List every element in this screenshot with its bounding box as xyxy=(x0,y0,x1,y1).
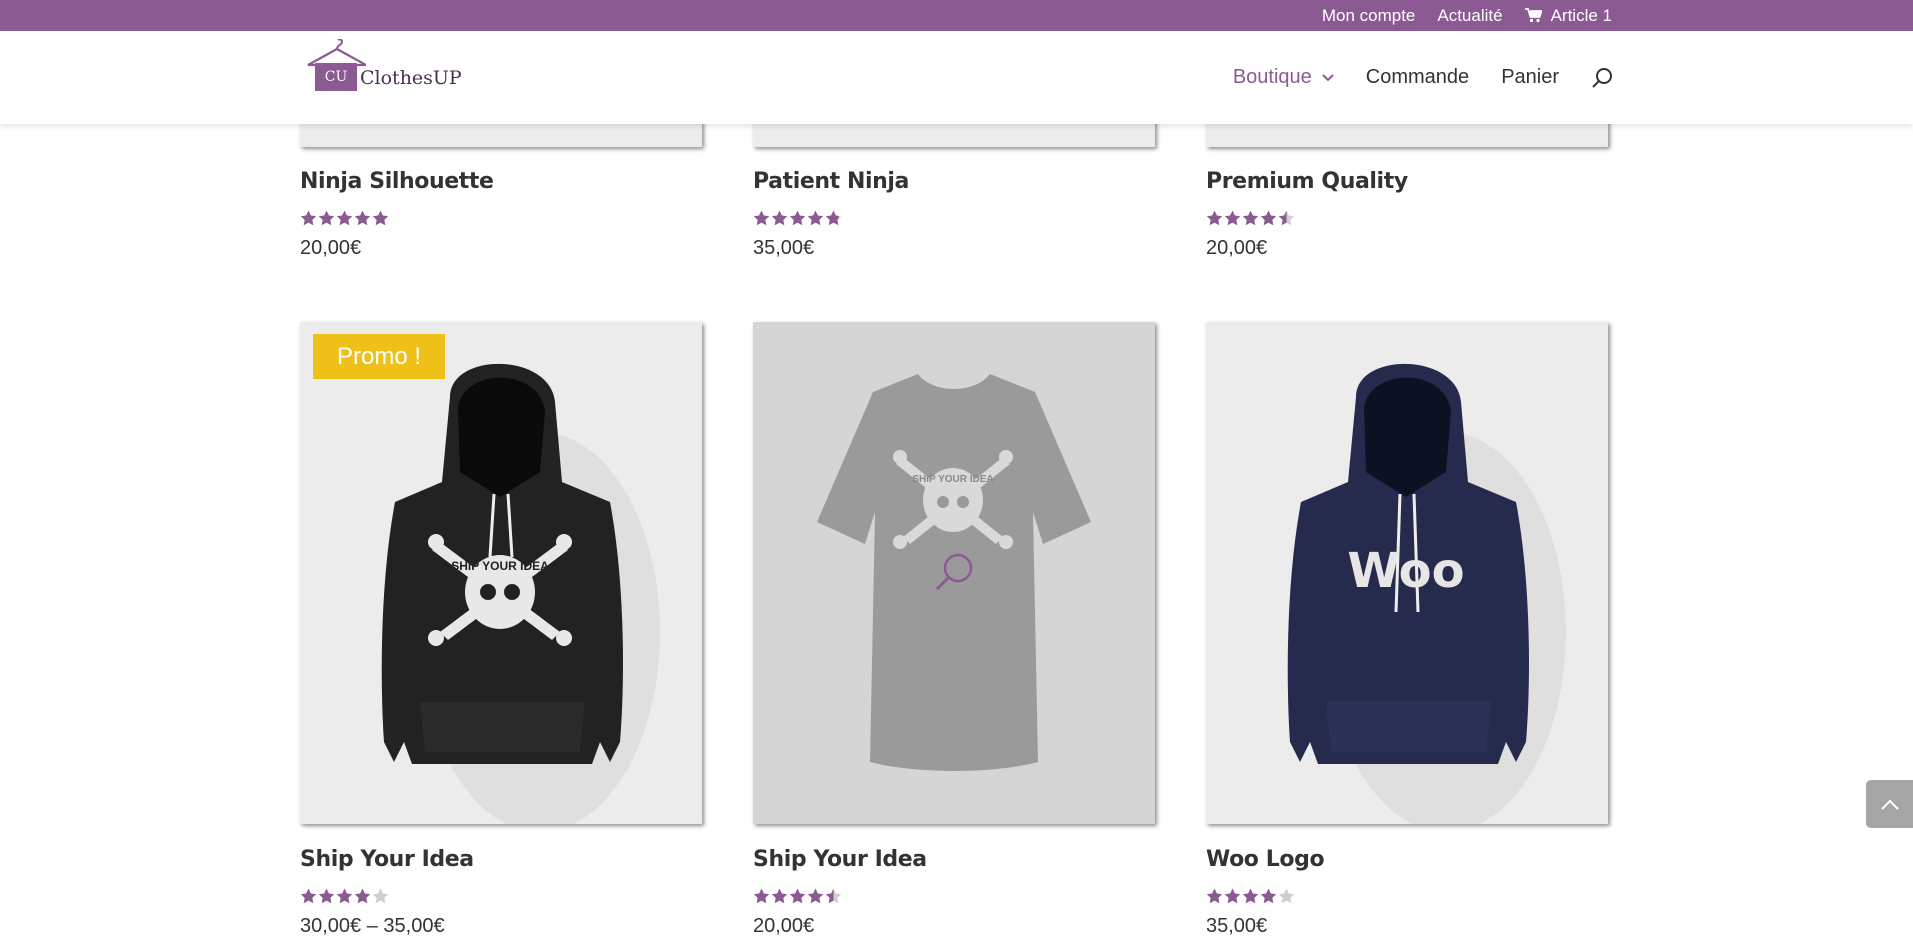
black-hoodie-image: SHIP YOUR IDEA xyxy=(381,363,660,832)
star-icon xyxy=(771,888,788,904)
product-image-gray-tshirt[interactable]: SHIP YOUR IDEA xyxy=(753,322,1155,824)
star-rating xyxy=(1206,210,1295,226)
product-price: 35,00€ xyxy=(1206,915,1268,937)
logo-monogram: CU xyxy=(315,63,357,91)
main-nav: Boutique Commande Panier xyxy=(1233,31,1613,124)
site-logo[interactable]: CU ClothesUP xyxy=(302,39,492,95)
star-rating xyxy=(300,210,389,226)
star-icon xyxy=(825,210,842,226)
star-icon xyxy=(1278,210,1295,226)
star-icon xyxy=(1224,210,1241,226)
star-icon xyxy=(753,888,770,904)
star-rating xyxy=(300,888,389,904)
nav-basket-label: Panier xyxy=(1501,66,1559,88)
magnifier-icon[interactable] xyxy=(934,552,974,592)
top-bar-links: Mon compte Actualité Article 1 xyxy=(1322,0,1612,31)
product-image-navy-hoodie[interactable]: Woo xyxy=(1206,322,1608,832)
site-header: CU ClothesUP Boutique Commande Panier xyxy=(0,31,1913,124)
my-account-link[interactable]: Mon compte xyxy=(1322,6,1416,26)
star-icon xyxy=(1206,888,1223,904)
product-price: 30,00€ – 35,00€ xyxy=(300,915,445,937)
star-icon xyxy=(1242,888,1259,904)
star-icon xyxy=(318,888,335,904)
star-icon xyxy=(1242,210,1259,226)
hoodie-print-text: SHIP YOUR IDEA xyxy=(451,559,549,573)
star-icon xyxy=(1224,888,1241,904)
star-icon xyxy=(336,210,353,226)
star-rating xyxy=(753,888,842,904)
star-icon xyxy=(354,888,371,904)
star-icon xyxy=(372,888,389,904)
star-icon xyxy=(300,888,317,904)
nav-item-basket[interactable]: Panier xyxy=(1501,66,1559,89)
nav-shop-label: Boutique xyxy=(1232,66,1312,88)
product-title[interactable]: Ship Your Idea xyxy=(753,847,927,872)
cart-link[interactable]: Article 1 xyxy=(1524,5,1612,26)
tshirt-print-text: SHIP YOUR IDEA xyxy=(912,474,993,485)
star-icon xyxy=(807,210,824,226)
star-icon xyxy=(336,888,353,904)
product-title[interactable]: Ninja Silhouette xyxy=(300,169,494,194)
star-icon xyxy=(354,210,371,226)
chevron-up-icon xyxy=(1880,799,1899,810)
logo-name: ClothesUP xyxy=(360,67,462,89)
news-link[interactable]: Actualité xyxy=(1437,6,1502,26)
star-icon xyxy=(807,888,824,904)
sale-badge: Promo ! xyxy=(313,334,445,379)
product-price: 35,00€ xyxy=(753,237,815,259)
nav-item-shop[interactable]: Boutique xyxy=(1233,66,1334,89)
cart-count-label: Article 1 xyxy=(1550,5,1612,25)
navy-hoodie-image: Woo xyxy=(1287,363,1566,832)
star-icon xyxy=(372,210,389,226)
product-title[interactable]: Premium Quality xyxy=(1206,169,1408,194)
star-rating xyxy=(1206,888,1295,904)
star-icon xyxy=(1260,210,1277,226)
nav-item-order[interactable]: Commande xyxy=(1366,66,1469,89)
star-rating xyxy=(753,210,842,226)
star-icon xyxy=(1260,888,1277,904)
nav-order-label: Commande xyxy=(1365,66,1470,88)
star-icon xyxy=(789,210,806,226)
back-to-top-button[interactable] xyxy=(1866,780,1913,828)
product-image-black-hoodie[interactable]: SHIP YOUR IDEA xyxy=(300,322,702,832)
star-icon xyxy=(825,888,842,904)
star-icon xyxy=(1206,210,1223,226)
woo-print-text: Woo xyxy=(1347,543,1464,599)
chevron-down-icon xyxy=(1322,73,1334,81)
star-icon xyxy=(300,210,317,226)
product-price: 20,00€ xyxy=(1206,237,1268,259)
search-button[interactable] xyxy=(1591,67,1613,89)
star-icon xyxy=(318,210,335,226)
star-icon xyxy=(1278,888,1295,904)
top-bar: Mon compte Actualité Article 1 xyxy=(0,0,1913,31)
star-icon xyxy=(753,210,770,226)
product-title[interactable]: Patient Ninja xyxy=(753,169,909,194)
search-icon xyxy=(1592,67,1612,88)
star-icon xyxy=(771,210,788,226)
product-title[interactable]: Woo Logo xyxy=(1206,847,1325,872)
product-price: 20,00€ xyxy=(753,915,815,937)
product-title[interactable]: Ship Your Idea xyxy=(300,847,474,872)
product-price: 20,00€ xyxy=(300,237,362,259)
star-icon xyxy=(789,888,806,904)
cart-icon xyxy=(1524,8,1542,23)
